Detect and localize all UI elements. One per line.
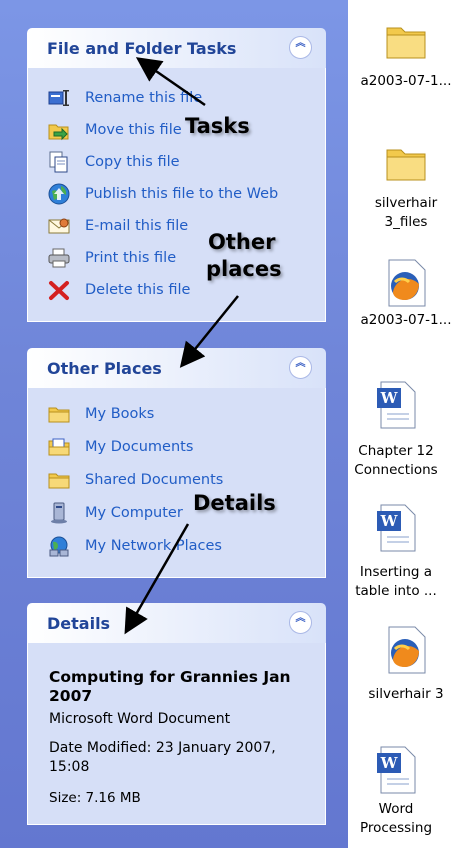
annotation-places: places — [206, 257, 282, 281]
folder-icon — [386, 27, 426, 59]
file-label[interactable]: Word — [340, 800, 452, 819]
file-item-html-silverhair3[interactable]: silverhair 3 — [350, 625, 460, 704]
word-document-icon: W — [377, 381, 416, 429]
annotation-details: Details — [193, 491, 276, 515]
details-arrow — [124, 523, 190, 635]
file-label[interactable]: a2003-07-1... — [350, 311, 460, 330]
file-label[interactable]: 3_files — [350, 213, 460, 232]
folder-icon — [386, 149, 426, 181]
file-item-folder-a2003[interactable]: a2003-07-1... — [350, 18, 460, 91]
annotation-other: Other — [208, 230, 276, 254]
tasks-arrow — [135, 57, 206, 107]
firefox-html-icon — [388, 626, 426, 674]
file-item-folder-silverhair[interactable]: silverhair 3_files — [350, 140, 460, 232]
file-label[interactable]: Chapter 12 — [340, 442, 452, 461]
file-label[interactable]: Processing — [340, 819, 452, 838]
file-label[interactable]: silverhair — [350, 194, 460, 213]
svg-text:W: W — [380, 389, 399, 407]
other-places-arrow — [179, 295, 239, 368]
file-label[interactable]: silverhair 3 — [350, 685, 460, 704]
annotation-tasks: Tasks — [185, 114, 250, 138]
file-label[interactable]: a2003-07-1... — [350, 72, 460, 91]
task-pane: File and Folder Tasks ︽ Rename this file… — [0, 0, 348, 848]
svg-text:W: W — [380, 754, 399, 772]
word-document-icon: W — [377, 504, 416, 552]
word-document-icon: W — [377, 746, 416, 794]
file-item-doc-chapter12[interactable]: W Chapter 12 Connections — [340, 380, 452, 480]
file-item-doc-word-processing[interactable]: W Word Processing — [340, 745, 452, 838]
svg-text:W: W — [380, 512, 399, 530]
firefox-html-icon — [388, 259, 426, 307]
file-item-doc-inserting-table[interactable]: W Inserting a table into ... — [340, 503, 452, 601]
file-label[interactable]: table into ... — [340, 582, 452, 601]
annotation-arrows — [124, 57, 239, 635]
file-label[interactable]: Connections — [340, 461, 452, 480]
file-item-html-a2003[interactable]: a2003-07-1... — [350, 258, 460, 330]
file-label[interactable]: Inserting a — [340, 563, 452, 582]
